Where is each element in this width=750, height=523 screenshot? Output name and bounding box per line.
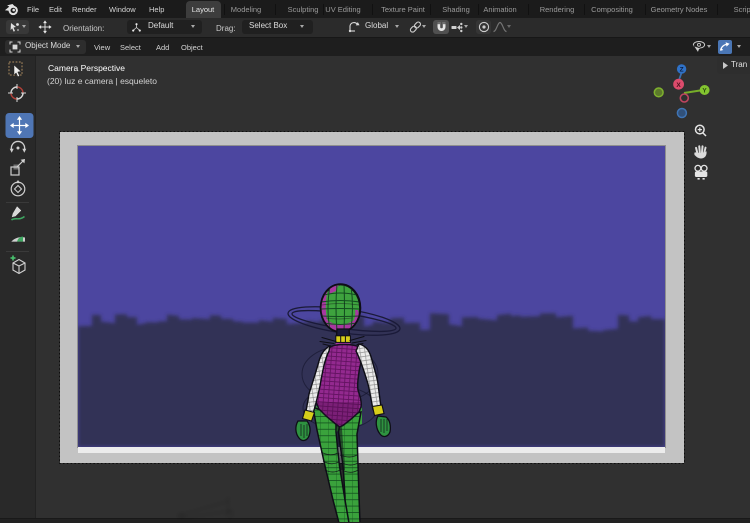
svg-text:Y: Y	[702, 87, 707, 94]
svg-text:Z: Z	[680, 66, 684, 73]
svg-text:X: X	[676, 82, 681, 89]
